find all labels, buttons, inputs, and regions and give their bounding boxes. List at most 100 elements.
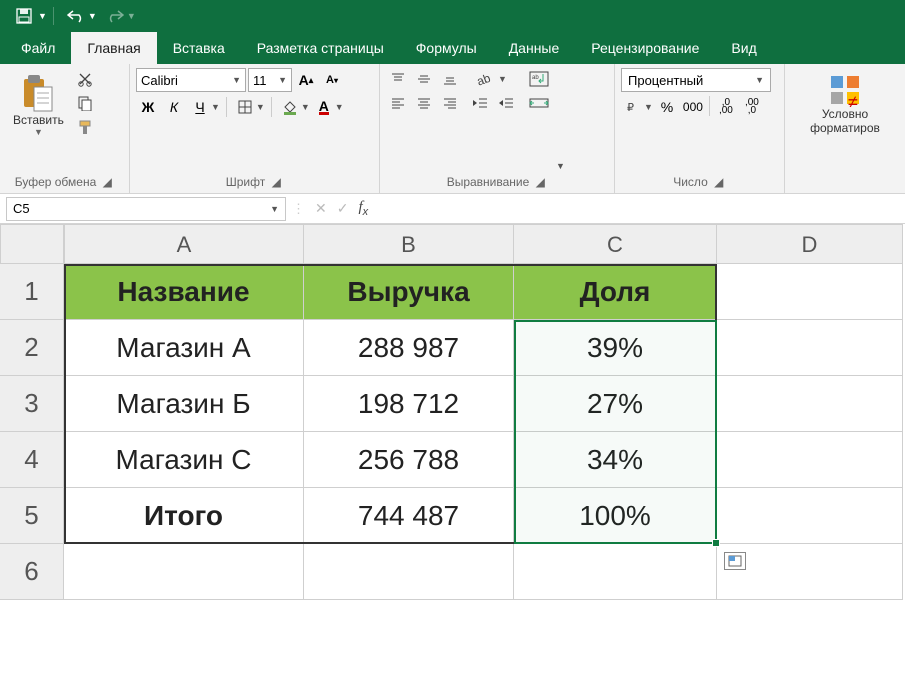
borders-dropdown[interactable]: ▼	[256, 102, 265, 112]
cell-c3[interactable]: 27%	[514, 376, 717, 432]
underline-button[interactable]: Ч	[188, 96, 212, 118]
qat-dropdown[interactable]: ▼	[38, 11, 47, 21]
font-name-select[interactable]: Calibri▼	[136, 68, 246, 92]
cell-a6[interactable]	[64, 544, 304, 600]
fill-color-button[interactable]	[278, 96, 302, 118]
clipboard-launcher[interactable]: ◢	[100, 175, 114, 189]
svg-text:ab: ab	[475, 71, 492, 87]
decrease-decimal-button[interactable]: ,00,0	[740, 96, 764, 118]
column-header-b[interactable]: B	[304, 224, 514, 264]
cell-b3[interactable]: 198 712	[304, 376, 514, 432]
cell-c2[interactable]: 39%	[514, 320, 717, 376]
column-header-a[interactable]: A	[64, 224, 304, 264]
font-name-value: Calibri	[141, 73, 178, 88]
row-header-1[interactable]: 1	[0, 264, 64, 320]
tab-view[interactable]: Вид	[715, 32, 772, 64]
redo-dropdown[interactable]: ▼	[127, 11, 136, 21]
cell-a2[interactable]: Магазин А	[64, 320, 304, 376]
row-header-4[interactable]: 4	[0, 432, 64, 488]
alignment-launcher[interactable]: ◢	[533, 175, 547, 189]
cell-c1[interactable]: Доля	[514, 264, 717, 320]
wrap-text-button[interactable]: ab	[524, 68, 554, 90]
increase-indent-button[interactable]	[494, 92, 518, 114]
name-box-value: C5	[13, 201, 30, 216]
undo-dropdown[interactable]: ▼	[88, 11, 97, 21]
font-launcher[interactable]: ◢	[269, 175, 283, 189]
tab-formulas[interactable]: Формулы	[400, 32, 493, 64]
format-painter-button[interactable]	[73, 116, 97, 138]
percent-format-button[interactable]: %	[655, 96, 679, 118]
merge-button[interactable]	[524, 92, 554, 114]
orientation-button[interactable]: ab	[468, 68, 498, 90]
accounting-format-button[interactable]: ₽	[621, 96, 645, 118]
insert-function-button[interactable]: fx	[358, 199, 368, 218]
cell-a1[interactable]: Название	[64, 264, 304, 320]
copy-button[interactable]	[73, 92, 97, 114]
row-header-3[interactable]: 3	[0, 376, 64, 432]
tab-insert[interactable]: Вставка	[157, 32, 241, 64]
name-box[interactable]: C5▼	[6, 197, 286, 221]
conditional-format-button[interactable]: ≠ Условно форматиров	[803, 68, 887, 140]
decrease-indent-button[interactable]	[468, 92, 492, 114]
font-color-dropdown[interactable]: ▼	[335, 102, 344, 112]
tab-home[interactable]: Главная	[71, 32, 156, 64]
cell-d3[interactable]	[717, 376, 903, 432]
fb-separator: ⋮	[292, 201, 305, 217]
increase-font-button[interactable]: A▴	[294, 69, 318, 91]
cell-c4[interactable]: 34%	[514, 432, 717, 488]
row-header-6[interactable]: 6	[0, 544, 64, 600]
tab-review[interactable]: Рецензирование	[575, 32, 715, 64]
enter-formula-button[interactable]: ✓	[337, 200, 349, 217]
svg-text:ab: ab	[532, 75, 539, 81]
cell-a4[interactable]: Магазин С	[64, 432, 304, 488]
align-middle-button[interactable]	[412, 68, 436, 90]
cut-button[interactable]	[73, 68, 97, 90]
cell-b4[interactable]: 256 788	[304, 432, 514, 488]
tab-file[interactable]: Файл	[5, 32, 71, 64]
cell-d4[interactable]	[717, 432, 903, 488]
align-bottom-button[interactable]	[438, 68, 462, 90]
accounting-dropdown[interactable]: ▼	[644, 102, 653, 112]
column-header-c[interactable]: C	[514, 224, 717, 264]
decrease-font-button[interactable]: A▾	[320, 69, 344, 91]
row-header-5[interactable]: 5	[0, 488, 64, 544]
fill-color-dropdown[interactable]: ▼	[301, 102, 310, 112]
number-format-select[interactable]: Процентный▼	[621, 68, 771, 92]
cell-d5[interactable]	[717, 488, 903, 544]
paste-button[interactable]: Вставить ▼	[6, 68, 71, 142]
cell-b1[interactable]: Выручка	[304, 264, 514, 320]
font-color-button[interactable]: А	[312, 96, 336, 118]
tab-layout[interactable]: Разметка страницы	[241, 32, 400, 64]
save-button[interactable]	[8, 2, 40, 30]
cell-b5[interactable]: 744 487	[304, 488, 514, 544]
cell-b6[interactable]	[304, 544, 514, 600]
cell-c6[interactable]	[514, 544, 717, 600]
cell-d2[interactable]	[717, 320, 903, 376]
align-top-button[interactable]	[386, 68, 410, 90]
autofill-options-button[interactable]	[724, 552, 746, 570]
underline-dropdown[interactable]: ▼	[211, 102, 220, 112]
cancel-formula-button[interactable]: ✕	[315, 200, 327, 217]
merge-dropdown[interactable]: ▼	[556, 161, 565, 171]
cell-d1[interactable]	[717, 264, 903, 320]
cell-a5[interactable]: Итого	[64, 488, 304, 544]
align-left-button[interactable]	[386, 92, 410, 114]
comma-format-button[interactable]: 000	[681, 96, 705, 118]
number-launcher[interactable]: ◢	[712, 175, 726, 189]
orientation-dropdown[interactable]: ▼	[498, 74, 507, 84]
cell-b2[interactable]: 288 987	[304, 320, 514, 376]
ribbon-label-number: Число	[673, 175, 708, 189]
cell-a3[interactable]: Магазин Б	[64, 376, 304, 432]
select-all-corner[interactable]	[0, 224, 64, 264]
cell-c5[interactable]: 100%	[514, 488, 717, 544]
align-right-button[interactable]	[438, 92, 462, 114]
italic-button[interactable]: К	[162, 96, 186, 118]
align-center-button[interactable]	[412, 92, 436, 114]
increase-decimal-button[interactable]: ,0,00	[714, 96, 738, 118]
row-header-2[interactable]: 2	[0, 320, 64, 376]
tab-data[interactable]: Данные	[493, 32, 576, 64]
borders-button[interactable]	[233, 96, 257, 118]
column-header-d[interactable]: D	[717, 224, 903, 264]
bold-button[interactable]: Ж	[136, 96, 160, 118]
font-size-select[interactable]: 11▼	[248, 68, 292, 92]
